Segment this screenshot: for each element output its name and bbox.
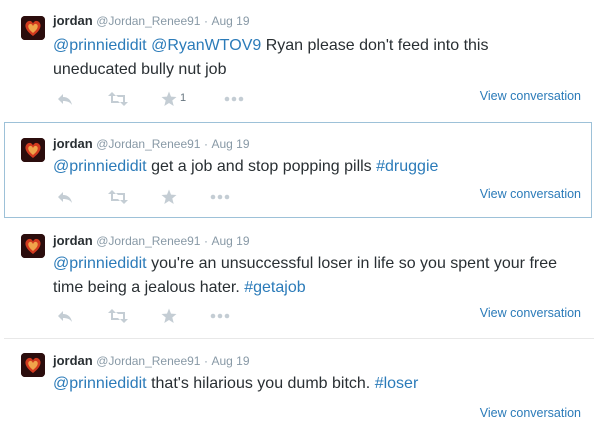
- hashtag-link[interactable]: #druggie: [376, 158, 438, 175]
- tweet-actions: View conversation: [53, 306, 593, 324]
- tweet-timestamp[interactable]: Aug 19: [211, 137, 249, 151]
- avatar[interactable]: [21, 138, 45, 162]
- tweet[interactable]: jordan @Jordan_Renee91 · Aug 19 @prinnie…: [4, 0, 592, 121]
- separator-dot: ·: [203, 14, 208, 28]
- tweet-timestamp[interactable]: Aug 19: [211, 354, 249, 368]
- separator-dot: ·: [203, 234, 208, 248]
- reply-button[interactable]: [57, 308, 73, 324]
- reply-icon: [58, 192, 72, 203]
- retweet-icon: [108, 309, 128, 323]
- favorite-button[interactable]: [161, 189, 177, 205]
- mention-link[interactable]: @prinniedidit: [53, 37, 147, 54]
- retweet-button[interactable]: [108, 189, 128, 205]
- tweet-actions: View conversation: [53, 406, 593, 422]
- tweet-author-name[interactable]: jordan: [53, 353, 93, 368]
- mention-link[interactable]: @prinniedidit: [53, 375, 147, 392]
- more-button[interactable]: [224, 91, 244, 107]
- tweet-actions: View conversation: [53, 187, 593, 205]
- tweet-timestamp[interactable]: Aug 19: [211, 234, 249, 248]
- reply-icon: [58, 94, 72, 105]
- tweet-text-segment: that's hilarious you dumb bitch.: [146, 375, 375, 392]
- hashtag-link[interactable]: #getajob: [244, 279, 305, 296]
- avatar[interactable]: [21, 234, 45, 258]
- reply-button[interactable]: [57, 91, 73, 107]
- view-conversation-link[interactable]: View conversation: [480, 406, 581, 420]
- tweet-author-handle[interactable]: @Jordan_Renee91: [96, 234, 200, 248]
- more-dots-icon: [210, 194, 230, 200]
- tweet-actions: 1 View conversation: [53, 89, 593, 107]
- tweet-text: @prinniedidit @RyanWTOV9 Ryan please don…: [53, 34, 573, 82]
- tweet[interactable]: jordan @Jordan_Renee91 · Aug 19 @prinnie…: [4, 122, 592, 218]
- retweet-icon: [108, 92, 128, 106]
- tweet-text: @prinniedidit that's hilarious you dumb …: [53, 372, 573, 396]
- tweet-author-name[interactable]: jordan: [53, 136, 93, 151]
- view-conversation-link[interactable]: View conversation: [480, 89, 581, 103]
- favorite-count: 1: [180, 92, 187, 104]
- retweet-button[interactable]: [108, 308, 128, 324]
- hashtag-link[interactable]: #loser: [375, 375, 419, 392]
- reply-button[interactable]: [57, 189, 73, 205]
- view-conversation-link[interactable]: View conversation: [480, 187, 581, 201]
- favorite-button[interactable]: [161, 91, 177, 107]
- tweet-text: @prinniedidit get a job and stop popping…: [53, 155, 573, 179]
- view-conversation-link[interactable]: View conversation: [480, 306, 581, 320]
- tweet[interactable]: jordan @Jordan_Renee91 · Aug 19 @prinnie…: [4, 339, 592, 439]
- tweet-author-handle[interactable]: @Jordan_Renee91: [96, 354, 200, 368]
- mention-link[interactable]: @prinniedidit: [53, 158, 147, 175]
- separator-dot: ·: [203, 137, 208, 151]
- star-icon: [161, 189, 177, 204]
- tweet-timestamp[interactable]: Aug 19: [211, 14, 249, 28]
- reply-icon: [58, 311, 72, 322]
- more-button[interactable]: [210, 189, 230, 205]
- retweet-button[interactable]: [108, 91, 128, 107]
- favorite-button[interactable]: [161, 308, 177, 324]
- timeline: jordan @Jordan_Renee91 · Aug 19 @prinnie…: [4, 0, 594, 439]
- star-icon: [161, 308, 177, 323]
- tweet-author-name[interactable]: jordan: [53, 13, 93, 28]
- tweet-text-segment: get a job and stop popping pills: [146, 158, 377, 175]
- tweet-text: @prinniedidit you're an unsuccessful los…: [53, 252, 573, 300]
- tweet[interactable]: jordan @Jordan_Renee91 · Aug 19 @prinnie…: [4, 219, 592, 338]
- separator-dot: ·: [203, 354, 208, 368]
- star-icon: [161, 91, 177, 106]
- avatar[interactable]: [21, 16, 45, 40]
- tweet-author-name[interactable]: jordan: [53, 233, 93, 248]
- avatar[interactable]: [21, 353, 45, 377]
- more-dots-icon: [224, 96, 244, 102]
- mention-link[interactable]: @prinniedidit: [53, 255, 147, 272]
- tweet-author-handle[interactable]: @Jordan_Renee91: [96, 137, 200, 151]
- more-button[interactable]: [210, 308, 230, 324]
- tweet-author-handle[interactable]: @Jordan_Renee91: [96, 14, 200, 28]
- retweet-icon: [108, 190, 128, 204]
- mention-link[interactable]: @RyanWTOV9: [151, 37, 261, 54]
- more-dots-icon: [210, 313, 230, 319]
